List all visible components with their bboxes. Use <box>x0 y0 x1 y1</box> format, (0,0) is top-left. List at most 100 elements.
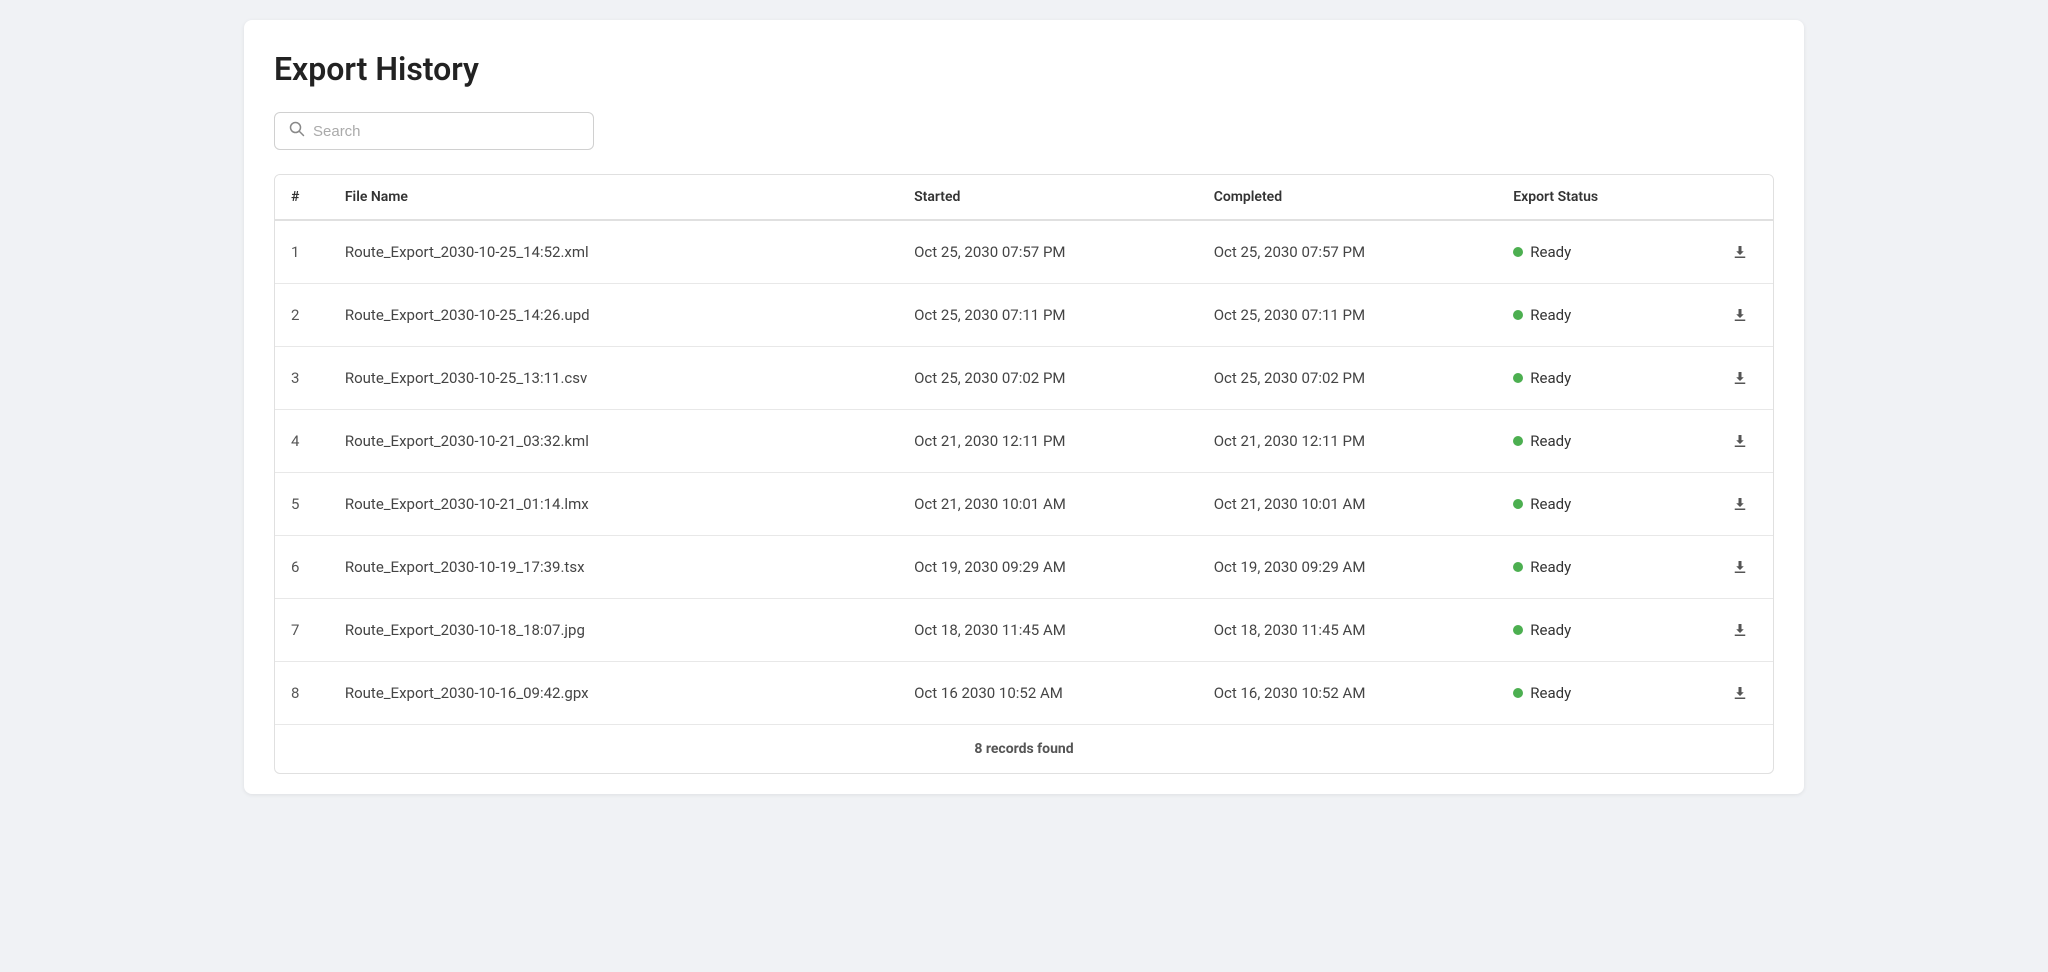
download-button[interactable] <box>1723 680 1757 706</box>
download-icon <box>1731 558 1749 576</box>
cell-completed: Oct 18, 2030 11:45 AM <box>1198 599 1498 662</box>
cell-status: Ready <box>1497 662 1707 725</box>
cell-download <box>1707 599 1773 662</box>
status-dot-icon <box>1513 688 1523 698</box>
table-header-row: # File Name Started Completed Export Sta… <box>275 175 1773 220</box>
cell-status: Ready <box>1497 220 1707 284</box>
cell-started: Oct 21, 2030 12:11 PM <box>898 410 1198 473</box>
records-found-cell: 8 records found <box>275 725 1773 774</box>
download-icon <box>1731 432 1749 450</box>
cell-download <box>1707 284 1773 347</box>
cell-num: 3 <box>275 347 329 410</box>
cell-download <box>1707 536 1773 599</box>
cell-num: 7 <box>275 599 329 662</box>
download-button[interactable] <box>1723 491 1757 517</box>
download-button[interactable] <box>1723 428 1757 454</box>
status-badge: Ready <box>1530 243 1571 261</box>
cell-download <box>1707 220 1773 284</box>
cell-download <box>1707 410 1773 473</box>
search-box <box>274 112 594 150</box>
status-dot-icon <box>1513 310 1523 320</box>
records-label: records found <box>986 741 1074 757</box>
status-dot-icon <box>1513 499 1523 509</box>
cell-completed: Oct 21, 2030 10:01 AM <box>1198 473 1498 536</box>
status-badge: Ready <box>1530 558 1571 576</box>
cell-completed: Oct 19, 2030 09:29 AM <box>1198 536 1498 599</box>
page-container: Export History # File Name Started Compl… <box>244 20 1804 794</box>
status-badge: Ready <box>1530 432 1571 450</box>
col-header-num: # <box>275 175 329 220</box>
download-icon <box>1731 621 1749 639</box>
table-row: 8Route_Export_2030-10-16_09:42.gpxOct 16… <box>275 662 1773 725</box>
records-count: 8 <box>974 741 986 757</box>
cell-filename: Route_Export_2030-10-21_01:14.lmx <box>329 473 898 536</box>
cell-filename: Route_Export_2030-10-18_18:07.jpg <box>329 599 898 662</box>
status-dot-icon <box>1513 247 1523 257</box>
cell-filename: Route_Export_2030-10-25_14:52.xml <box>329 220 898 284</box>
col-header-download <box>1707 175 1773 220</box>
cell-status: Ready <box>1497 347 1707 410</box>
cell-started: Oct 25, 2030 07:02 PM <box>898 347 1198 410</box>
download-button[interactable] <box>1723 554 1757 580</box>
cell-num: 1 <box>275 220 329 284</box>
cell-num: 4 <box>275 410 329 473</box>
cell-num: 6 <box>275 536 329 599</box>
cell-num: 5 <box>275 473 329 536</box>
status-dot-icon <box>1513 562 1523 572</box>
cell-filename: Route_Export_2030-10-25_13:11.csv <box>329 347 898 410</box>
cell-status: Ready <box>1497 599 1707 662</box>
cell-completed: Oct 16, 2030 10:52 AM <box>1198 662 1498 725</box>
download-button[interactable] <box>1723 617 1757 643</box>
cell-num: 8 <box>275 662 329 725</box>
status-badge: Ready <box>1530 621 1571 639</box>
col-header-status: Export Status <box>1497 175 1707 220</box>
cell-started: Oct 25, 2030 07:11 PM <box>898 284 1198 347</box>
table-footer-row: 8 records found <box>275 725 1773 774</box>
download-icon <box>1731 306 1749 324</box>
search-icon <box>289 121 305 141</box>
cell-completed: Oct 21, 2030 12:11 PM <box>1198 410 1498 473</box>
download-icon <box>1731 243 1749 261</box>
search-input[interactable] <box>313 123 579 140</box>
cell-started: Oct 18, 2030 11:45 AM <box>898 599 1198 662</box>
cell-download <box>1707 473 1773 536</box>
cell-filename: Route_Export_2030-10-16_09:42.gpx <box>329 662 898 725</box>
col-header-filename: File Name <box>329 175 898 220</box>
table-row: 1Route_Export_2030-10-25_14:52.xmlOct 25… <box>275 220 1773 284</box>
cell-filename: Route_Export_2030-10-21_03:32.kml <box>329 410 898 473</box>
status-dot-icon <box>1513 625 1523 635</box>
status-dot-icon <box>1513 436 1523 446</box>
search-container <box>274 112 1774 150</box>
table-row: 5Route_Export_2030-10-21_01:14.lmx Oct 21… <box>275 473 1773 536</box>
download-button[interactable] <box>1723 302 1757 328</box>
cell-status: Ready <box>1497 410 1707 473</box>
page-title: Export History <box>274 50 1774 88</box>
cell-download <box>1707 662 1773 725</box>
col-header-started: Started <box>898 175 1198 220</box>
table-row: 3Route_Export_2030-10-25_13:11.csvOct 25… <box>275 347 1773 410</box>
cell-download <box>1707 347 1773 410</box>
download-icon <box>1731 684 1749 702</box>
cell-completed: Oct 25, 2030 07:02 PM <box>1198 347 1498 410</box>
cell-completed: Oct 25, 2030 07:57 PM <box>1198 220 1498 284</box>
col-header-completed: Completed <box>1198 175 1498 220</box>
cell-filename: Route_Export_2030-10-19_17:39.tsx <box>329 536 898 599</box>
cell-status: Ready <box>1497 536 1707 599</box>
cell-completed: Oct 25, 2030 07:11 PM <box>1198 284 1498 347</box>
cell-filename: Route_Export_2030-10-25_14:26.upd <box>329 284 898 347</box>
table-row: 7Route_Export_2030-10-18_18:07.jpgOct 18… <box>275 599 1773 662</box>
cell-status: Ready <box>1497 473 1707 536</box>
cell-started: Oct 16 2030 10:52 AM <box>898 662 1198 725</box>
export-history-table: # File Name Started Completed Export Sta… <box>275 175 1773 773</box>
cell-num: 2 <box>275 284 329 347</box>
download-button[interactable] <box>1723 239 1757 265</box>
cell-status: Ready <box>1497 284 1707 347</box>
cell-started: Oct 25, 2030 07:57 PM <box>898 220 1198 284</box>
table-row: 2Route_Export_2030-10-25_14:26.updOct 25… <box>275 284 1773 347</box>
table-row: 4Route_Export_2030-10-21_03:32.kmlOct 21… <box>275 410 1773 473</box>
export-history-table-wrapper: # File Name Started Completed Export Sta… <box>274 174 1774 774</box>
download-button[interactable] <box>1723 365 1757 391</box>
download-icon <box>1731 495 1749 513</box>
status-badge: Ready <box>1530 369 1571 387</box>
download-icon <box>1731 369 1749 387</box>
